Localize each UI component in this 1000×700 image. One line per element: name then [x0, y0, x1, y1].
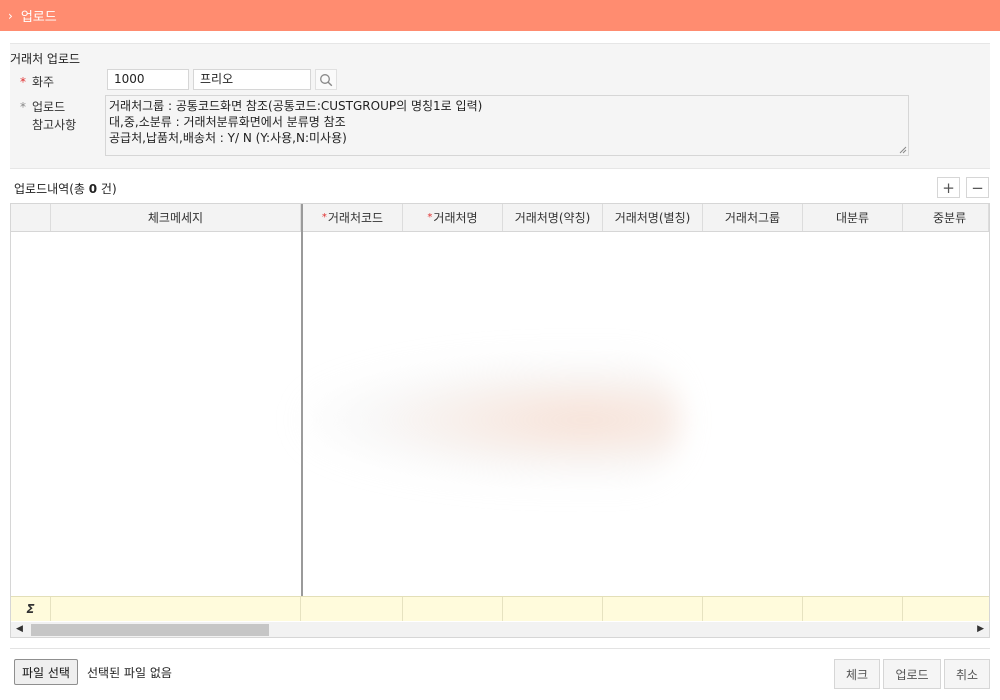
file-select-button[interactable]: 파일 선택 — [14, 659, 78, 685]
column-header-major-category[interactable]: 대분류 — [803, 204, 903, 231]
column-header-middle-category[interactable]: 중분류 — [903, 204, 989, 231]
file-status-text: 선택된 파일 없음 — [87, 666, 172, 680]
owner-label: * 화주 — [20, 75, 55, 89]
required-mark: * — [427, 212, 433, 223]
notes-line: 대,중,소분류 : 거래처분류화면에서 분류명 참조 — [109, 115, 346, 129]
notes-line: 공급처,납품처,배송처 : Y/ N (Y:사용,N:미사용) — [109, 131, 347, 145]
bullet-mark: * — [20, 100, 26, 114]
upload-button[interactable]: 업로드 — [883, 659, 941, 689]
summary-cell — [403, 597, 503, 621]
notes-line: 거래처그룹 : 공통코드화면 참조(공통코드:CUSTGROUP의 명칭1로 입… — [109, 99, 483, 113]
column-header-customer-group[interactable]: 거래처그룹 — [703, 204, 803, 231]
panel-title: 업로드 — [20, 10, 57, 25]
column-header-customer-code[interactable]: * 거래처코드 — [303, 204, 403, 231]
check-button[interactable]: 체크 — [834, 659, 880, 689]
summary-cell — [603, 597, 703, 621]
summary-cell — [503, 597, 603, 621]
summary-cell — [303, 597, 403, 621]
row-number-header — [11, 204, 51, 231]
owner-code-input[interactable]: 1000 — [107, 69, 189, 90]
scroll-left-icon[interactable]: ◀ — [16, 624, 23, 634]
footer-divider — [10, 648, 990, 649]
scroll-right-icon[interactable]: ▶ — [977, 624, 984, 634]
search-icon — [320, 73, 333, 86]
summary-cell — [51, 597, 301, 621]
scrollbar-thumb[interactable] — [31, 624, 269, 636]
summary-row: Σ — [11, 596, 989, 621]
horizontal-scrollbar[interactable]: ◀ ▶ — [11, 622, 989, 637]
required-mark: * — [321, 212, 327, 223]
loading-overlay — [300, 355, 680, 485]
summary-cell — [803, 597, 903, 621]
owner-name-input[interactable]: 프리오 — [193, 69, 311, 90]
notes-label-line2: 참고사항 — [32, 118, 77, 132]
column-header-customer-name[interactable]: * 거래처명 — [403, 204, 503, 231]
sigma-icon: Σ — [11, 597, 51, 621]
column-header-short-name[interactable]: 거래처명(약칭) — [503, 204, 603, 231]
summary-cell — [903, 597, 989, 621]
grid-header: 체크메세지 * 거래처코드 * 거래처명 거래처명(약칭) 거래처명(별칭) 거래처… — [11, 204, 989, 232]
record-count: 0 — [88, 182, 98, 196]
grid-title: 업로드내역(총 0 건) — [14, 182, 117, 196]
owner-search-button[interactable] — [315, 69, 337, 90]
upload-form-panel: 거래처 업로드 * 화주 1000 프리오 * 업로드 참고사항 거래처그룹 : 공… — [10, 43, 990, 169]
resize-handle-icon[interactable] — [899, 146, 907, 154]
column-header-alias-name[interactable]: 거래처명(별칭) — [603, 204, 703, 231]
remove-row-button[interactable]: − — [966, 177, 989, 198]
add-row-button[interactable]: + — [937, 177, 960, 198]
chevron-right-icon[interactable]: › — [8, 9, 13, 23]
panel-header[interactable]: › 업로드 — [0, 0, 1000, 31]
summary-cell — [703, 597, 803, 621]
notes-textarea[interactable]: 거래처그룹 : 공통코드화면 참조(공통코드:CUSTGROUP의 명칭1로 입… — [105, 95, 909, 156]
required-mark: * — [20, 75, 26, 89]
form-section-title: 거래처 업로드 — [10, 52, 81, 66]
notes-label: * 업로드 — [20, 100, 66, 114]
cancel-button[interactable]: 취소 — [944, 659, 990, 689]
column-header-check-message[interactable]: 체크메세지 — [51, 204, 301, 231]
